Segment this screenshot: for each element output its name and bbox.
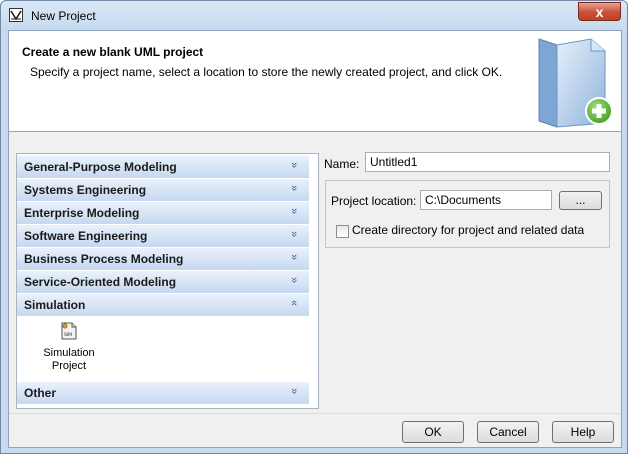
category-enterprise-modeling[interactable]: Enterprise Modeling »: [17, 202, 309, 225]
category-label: General-Purpose Modeling: [24, 160, 177, 174]
dialog-body: Create a new blank UML project Specify a…: [8, 30, 622, 448]
project-name-input[interactable]: [365, 152, 610, 172]
project-category-panel: General-Purpose Modeling » Systems Engin…: [16, 153, 319, 409]
chevron-up-icon: «: [287, 299, 300, 307]
chevron-down-icon: »: [287, 207, 300, 215]
category-general-purpose-modeling[interactable]: General-Purpose Modeling »: [17, 156, 309, 179]
simulation-project-label-line1: Simulation: [43, 347, 95, 359]
chevron-down-icon: »: [287, 276, 300, 284]
category-label: Software Engineering: [24, 229, 148, 243]
category-simulation[interactable]: Simulation «: [17, 294, 309, 317]
chevron-down-icon: »: [287, 230, 300, 238]
category-service-oriented-modeling[interactable]: Service-Oriented Modeling »: [17, 271, 309, 294]
chevron-down-icon: »: [287, 387, 300, 395]
simulation-icon-text: SIM: [64, 332, 72, 338]
category-label: Simulation: [24, 298, 86, 312]
window-title: New Project: [31, 9, 96, 23]
category-label: Enterprise Modeling: [24, 206, 140, 220]
simulation-project-label-line2: Project: [51, 360, 87, 372]
dialog-header: Create a new blank UML project Specify a…: [9, 31, 621, 132]
app-icon: [9, 8, 23, 22]
category-business-process-modeling[interactable]: Business Process Modeling »: [17, 248, 309, 271]
new-project-window: New Project x Create a new blank UML pro…: [0, 0, 628, 454]
category-label: Service-Oriented Modeling: [24, 275, 177, 289]
footer-divider: [9, 413, 621, 414]
category-label: Systems Engineering: [24, 183, 147, 197]
project-location-label: Project location:: [331, 194, 417, 208]
cancel-button[interactable]: Cancel: [477, 421, 539, 443]
title-bar[interactable]: New Project x: [1, 1, 627, 30]
close-icon: x: [595, 4, 604, 20]
location-group: Project location: ... Create directory f…: [325, 180, 610, 248]
header-title: Create a new blank UML project: [22, 45, 204, 59]
simulation-project-item[interactable]: SIM Simulation Project: [17, 317, 121, 379]
new-project-icon: [538, 38, 613, 128]
create-directory-label: Create directory for project and related…: [352, 223, 585, 237]
chevron-down-icon: »: [287, 184, 300, 192]
browse-button[interactable]: ...: [559, 191, 602, 210]
simulation-templates: SIM Simulation Project: [17, 317, 309, 381]
category-software-engineering[interactable]: Software Engineering »: [17, 225, 309, 248]
simulation-project-icon: SIM: [61, 322, 77, 340]
close-button[interactable]: x: [578, 2, 621, 21]
chevron-down-icon: »: [287, 253, 300, 261]
project-location-input[interactable]: [420, 190, 552, 210]
category-systems-engineering[interactable]: Systems Engineering »: [17, 179, 309, 202]
header-description: Specify a project name, select a locatio…: [30, 65, 503, 79]
category-label: Other: [24, 386, 57, 400]
chevron-down-icon: »: [287, 161, 300, 169]
help-button[interactable]: Help: [552, 421, 614, 443]
simulation-project-label: Simulation Project: [31, 347, 107, 373]
category-other[interactable]: Other »: [17, 382, 309, 405]
name-label: Name:: [324, 157, 360, 171]
create-directory-checkbox[interactable]: [336, 225, 349, 238]
ok-button[interactable]: OK: [402, 421, 464, 443]
category-label: Business Process Modeling: [24, 252, 184, 266]
